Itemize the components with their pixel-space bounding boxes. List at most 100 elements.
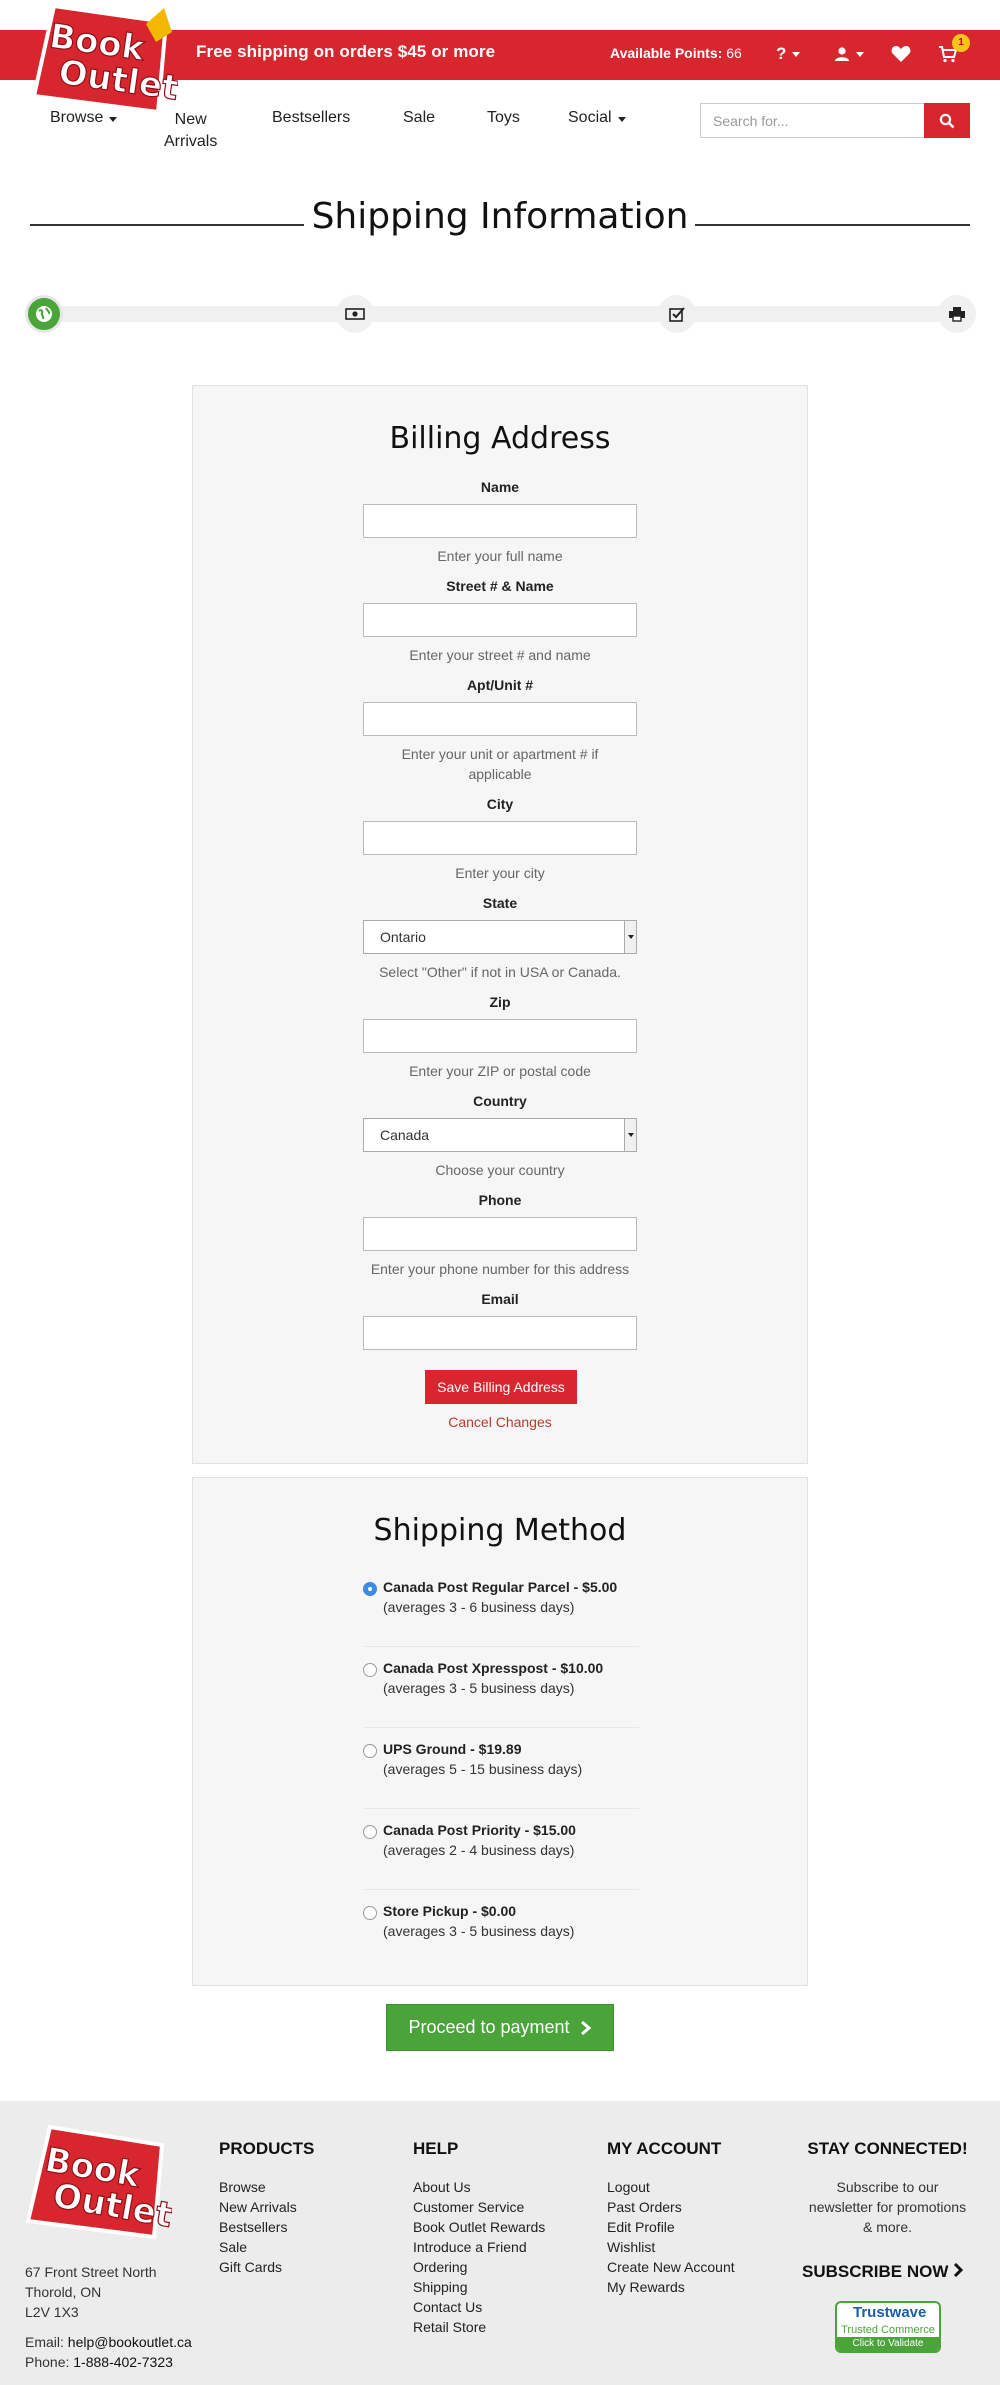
footer-help-link[interactable]: About Us [413,2177,545,2197]
shipping-option[interactable]: Canada Post Xpresspost - $10.00 (averages… [363,1647,639,1728]
step-payment [336,295,374,333]
name-help: Enter your full name [437,548,563,564]
heart-icon [891,46,911,62]
points-value: 66 [726,45,742,61]
street-field-group: Street # & Name Enter your street # and … [193,576,807,665]
stay-connected-heading: STAY CONNECTED! [807,2139,968,2158]
shipping-option[interactable]: UPS Ground - $19.89 (averages 5 - 15 busi… [363,1728,639,1809]
apt-help: Enter your unit or apartment # if applic… [193,744,807,784]
state-help: Select "Other" if not in USA or Canada. [379,964,621,980]
state-selected-value: Ontario [380,929,426,945]
shipping-option-radio[interactable] [363,1744,377,1758]
country-label: Country [473,1093,527,1109]
logo-graphic: Book Outlet [25,2124,176,2240]
nav-new-arrivals[interactable]: New Arrivals [164,109,217,153]
nav-sale[interactable]: Sale [403,109,435,127]
shipping-option-detail: (averages 5 - 15 business days) [383,1761,583,1777]
account-menu-button[interactable] [834,40,864,68]
email-contact-value[interactable]: help@bookoutlet.ca [68,2334,192,2350]
shipping-option-name: UPS Ground - $19.89 [383,1741,522,1757]
points-label: Available Points: [610,45,723,61]
zip-field-group: Zip Enter your ZIP or postal code [193,992,807,1081]
products-heading: PRODUCTS [219,2139,315,2158]
email-label: Email [481,1291,519,1307]
footer-stay-connected: STAY CONNECTED! Subscribe to our newslet… [800,2139,975,2237]
state-select[interactable]: Ontario [363,920,637,954]
book-outlet-logo[interactable]: Book Outlet [28,2,178,114]
subscribe-now-link[interactable]: SUBSCRIBE NOW [802,2262,964,2282]
city-field-group: City Enter your city [193,794,807,883]
search-button[interactable] [924,103,970,138]
shipping-option[interactable]: Canada Post Regular Parcel - $5.00 (avera… [363,1566,639,1647]
help-heading: HELP [413,2139,459,2158]
country-select[interactable]: Canada [363,1118,637,1152]
zip-input[interactable] [363,1019,637,1053]
shipping-option[interactable]: Canada Post Priority - $15.00 (averages 2… [363,1809,639,1890]
name-input[interactable] [363,504,637,538]
cancel-changes-link[interactable]: Cancel Changes [193,1414,807,1430]
check-square-icon [669,307,685,322]
country-help: Choose your country [435,1162,565,1178]
wishlist-button[interactable] [891,40,911,68]
footer-products-link[interactable]: Bestsellers [219,2217,314,2237]
city-input[interactable] [363,821,637,855]
checkout-progress-bar [44,306,956,322]
footer-products-link[interactable]: Browse [219,2177,314,2197]
select-arrow-icon [624,1119,636,1151]
caret-down-icon [856,51,864,57]
country-selected-value: Canada [380,1127,430,1143]
footer-account-link[interactable]: My Rewards [607,2277,735,2297]
footer-products-link[interactable]: New Arrivals [219,2197,314,2217]
footer: Book Outlet 67 Front Street North Thorol… [0,2101,1000,2385]
shipping-option-radio[interactable] [363,1825,377,1839]
footer-products-link[interactable]: Gift Cards [219,2257,314,2277]
shipping-option[interactable]: Store Pickup - $0.00 (averages 3 - 5 busi… [363,1890,639,1971]
footer-account-link[interactable]: Logout [607,2177,735,2197]
footer-products-column: PRODUCTS Browse New Arrivals Bestsellers Sa… [219,2139,314,2277]
shipping-option-radio[interactable] [363,1663,377,1677]
search-input[interactable] [700,103,924,138]
footer-account-link[interactable]: Past Orders [607,2197,735,2217]
chevron-right-icon [954,2262,964,2278]
phone-input[interactable] [363,1217,637,1251]
shipping-option-detail: (averages 3 - 6 business days) [383,1599,575,1615]
cart-count-badge: 1 [952,34,970,52]
footer-help-link[interactable]: Ordering [413,2257,545,2277]
select-arrow-icon [624,921,636,953]
shipping-option-name: Canada Post Regular Parcel - $5.00 [383,1579,618,1595]
footer-help-link[interactable]: Book Outlet Rewards [413,2217,545,2237]
save-billing-address-button[interactable]: Save Billing Address [425,1370,577,1404]
nav-bestsellers[interactable]: Bestsellers [272,109,350,127]
footer-account-link[interactable]: Wishlist [607,2237,735,2257]
nav-toys[interactable]: Toys [487,109,520,127]
chevron-right-icon [580,2020,591,2035]
footer-products-link[interactable]: Sale [219,2237,314,2257]
shipping-option-radio[interactable] [363,1582,377,1596]
footer-help-link[interactable]: Contact Us [413,2297,545,2317]
footer-contact: Email: help@bookoutlet.ca Phone: 1-888-4… [25,2332,192,2372]
footer-account-link[interactable]: Create New Account [607,2257,735,2277]
trustwave-badge[interactable]: Trustwave Trusted Commerce Click to Vali… [835,2301,941,2353]
page-title-row: Shipping Information [30,196,970,246]
footer-help-link[interactable]: Introduce a Friend [413,2237,545,2257]
footer-logo[interactable]: Book Outlet [22,2123,176,2241]
phone-contact-value[interactable]: 1-888-402-7323 [73,2354,173,2370]
cart-button[interactable]: 1 [938,34,970,68]
proceed-to-payment-button[interactable]: Proceed to payment [386,2004,614,2051]
apt-input[interactable] [363,702,637,736]
address-line3: L2V 1X3 [25,2304,79,2320]
state-field-group: State Ontario Select "Other" if not in U… [193,893,807,982]
help-menu-button[interactable]: ? [776,40,801,68]
street-input[interactable] [363,603,637,637]
footer-help-link[interactable]: Shipping [413,2277,545,2297]
state-label: State [482,895,518,911]
footer-help-link[interactable]: Customer Service [413,2197,545,2217]
street-help: Enter your street # and name [409,647,591,663]
footer-account-link[interactable]: Edit Profile [607,2217,735,2237]
footer-help-link[interactable]: Retail Store [413,2317,545,2337]
shipping-option-radio[interactable] [363,1906,377,1920]
email-input[interactable] [363,1316,637,1350]
apt-label: Apt/Unit # [466,677,534,693]
shipping-option-detail: (averages 2 - 4 business days) [383,1842,575,1858]
nav-social[interactable]: Social [568,109,626,127]
